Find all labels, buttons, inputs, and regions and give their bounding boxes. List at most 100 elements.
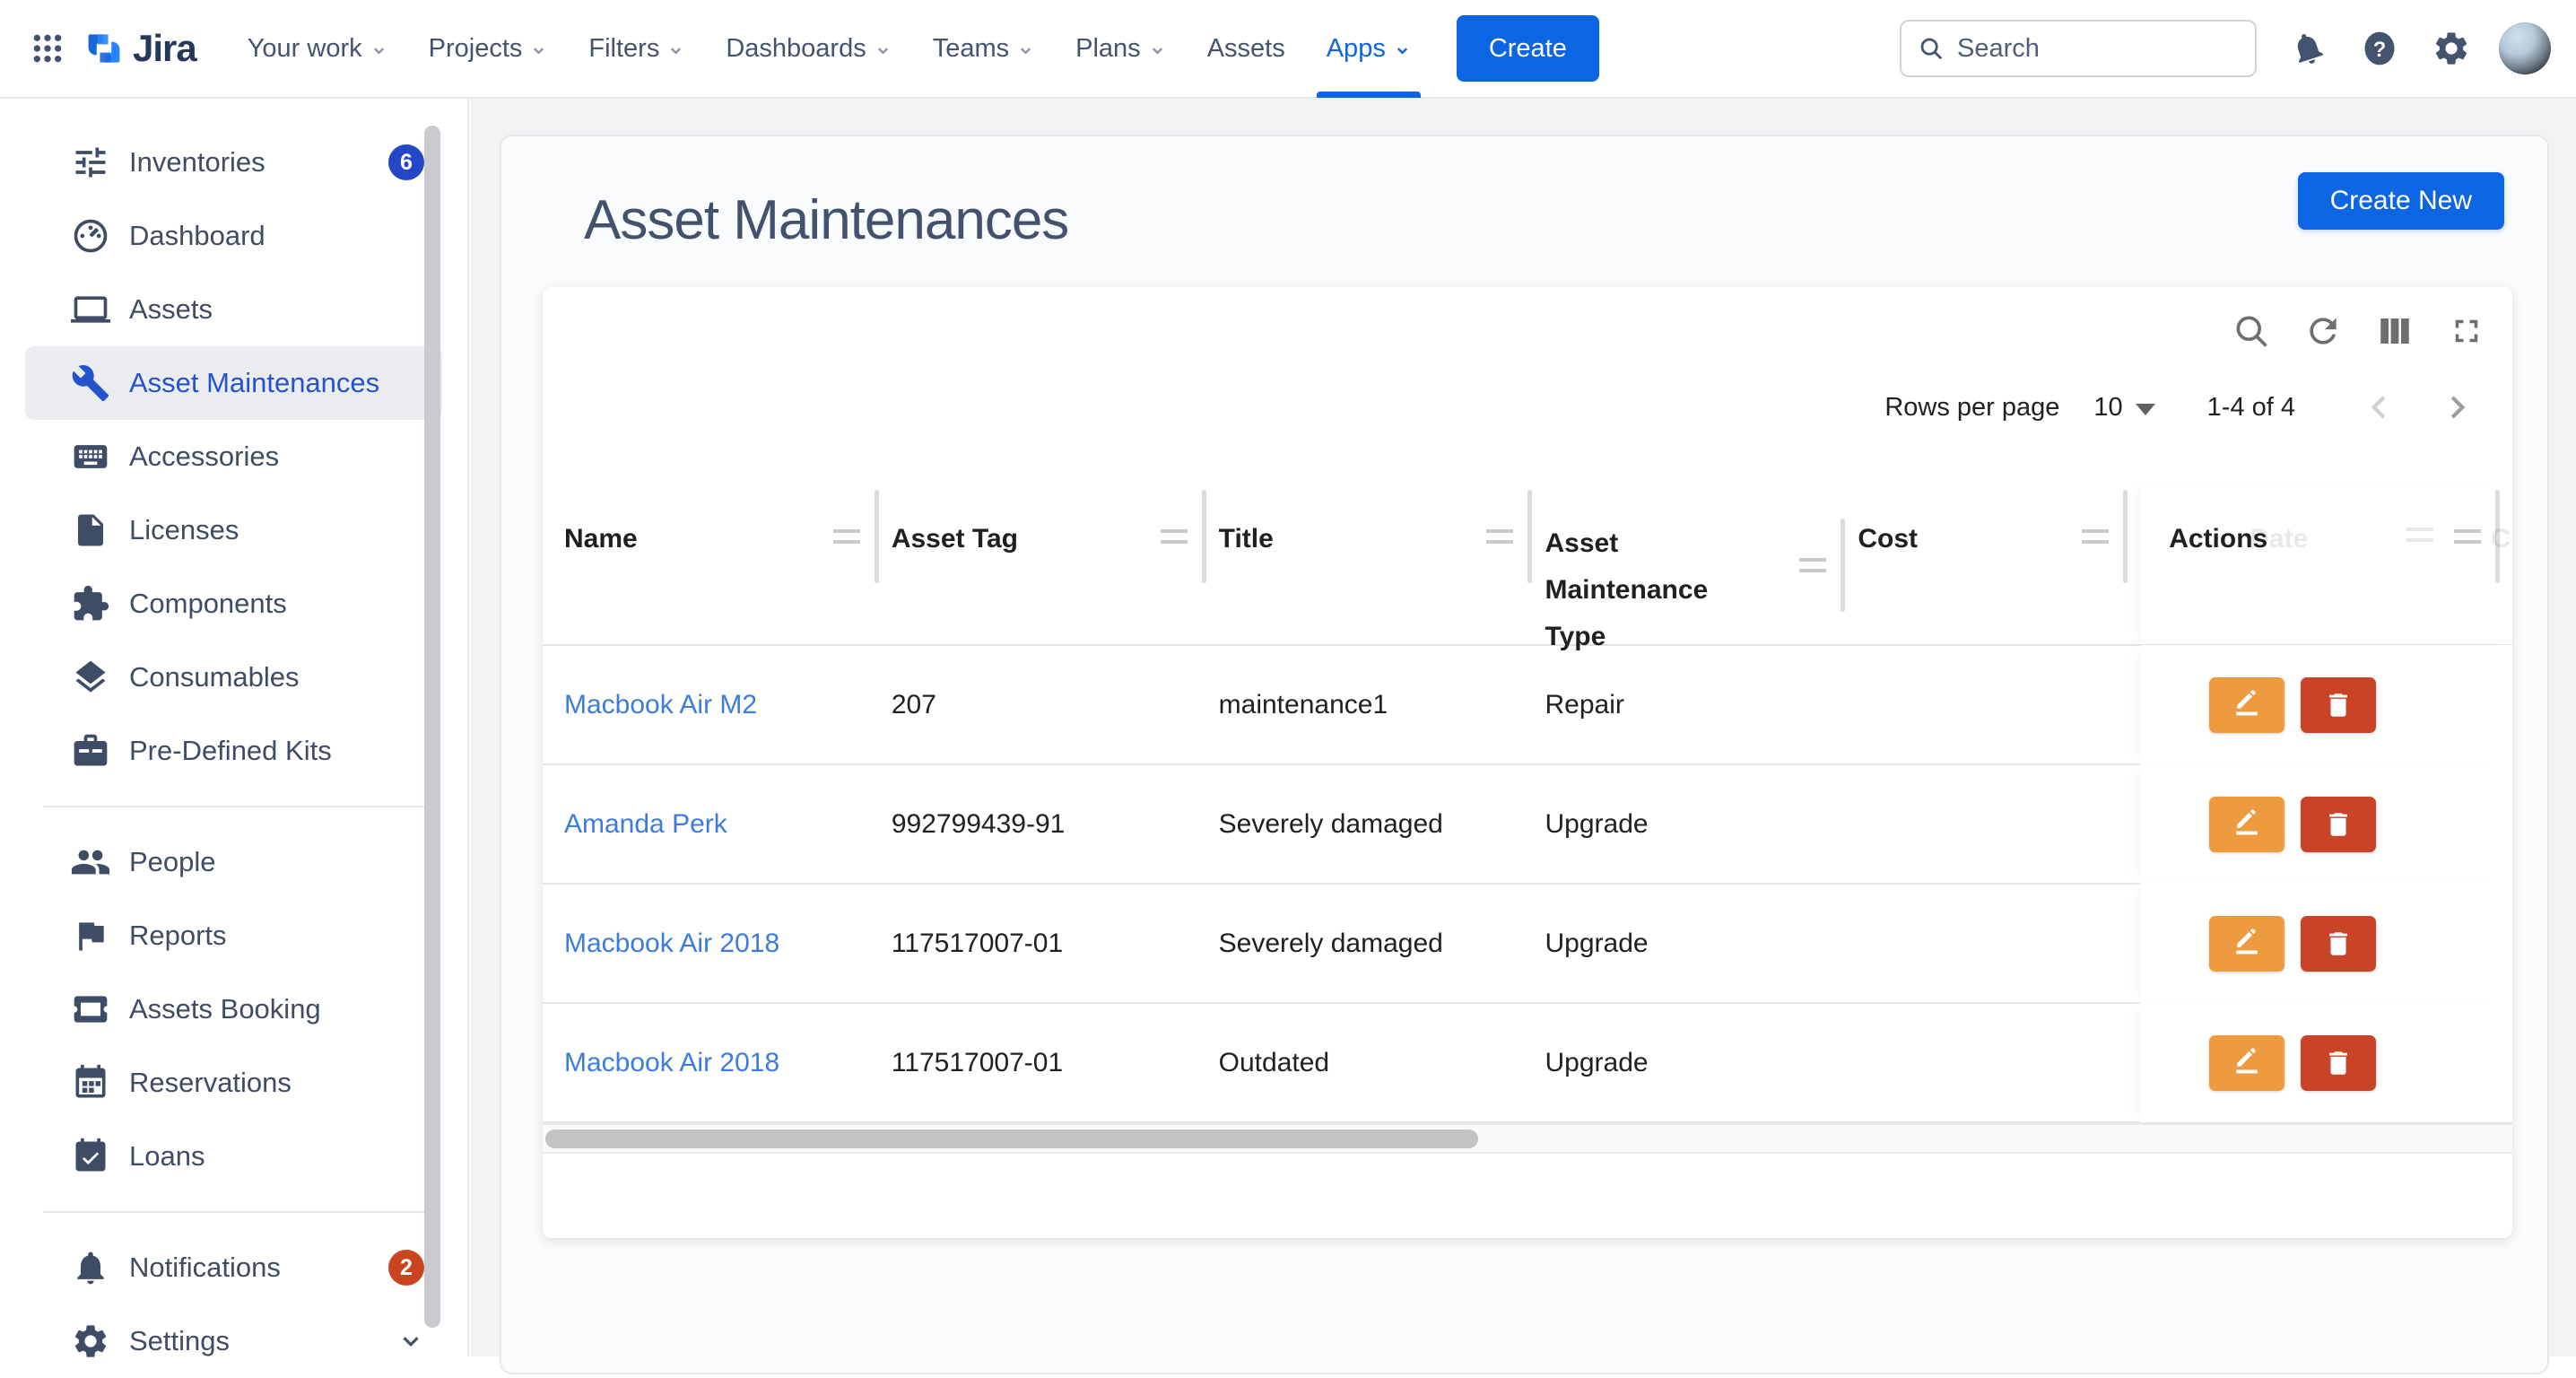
rows-per-page-select[interactable]: 10 — [2093, 393, 2154, 423]
global-search[interactable] — [1900, 20, 2257, 77]
sidebar-item-pre-defined-kits[interactable]: Pre-Defined Kits — [25, 714, 442, 788]
asset-name-link[interactable]: Macbook Air M2 — [564, 690, 892, 720]
sidebar-item-inventories[interactable]: Inventories 6 — [25, 126, 442, 199]
inventories-icon — [70, 142, 111, 183]
pagination-prev-button[interactable] — [2360, 388, 2399, 427]
title-cell: maintenance1 — [1219, 690, 1545, 720]
table-search-icon — [2232, 311, 2271, 351]
nav-item-apps[interactable]: Apps — [1306, 0, 1432, 98]
settings-button[interactable] — [2431, 28, 2472, 69]
nav-item-assets[interactable]: Assets — [1187, 0, 1306, 98]
column-header-cost[interactable]: Cost — [1858, 484, 2140, 644]
ghost-column-date: Date — [2250, 524, 2308, 554]
sidebar-divider — [43, 806, 424, 807]
sidebar-item-notifications[interactable]: Notifications 2 — [25, 1231, 442, 1304]
delete-button[interactable] — [2301, 797, 2376, 852]
sidebar-item-settings[interactable]: Settings — [25, 1304, 442, 1378]
reports-icon — [70, 915, 111, 956]
column-drag-handle-icon[interactable] — [833, 529, 860, 544]
column-header-name[interactable]: Name — [564, 484, 892, 644]
sidebar-item-consumables[interactable]: Consumables — [25, 641, 442, 714]
create-new-button[interactable]: Create New — [2298, 172, 2504, 230]
table-horizontal-scrollbar[interactable] — [543, 1123, 2512, 1154]
app-panel: Asset Maintenances Create New — [500, 135, 2549, 1374]
create-button[interactable]: Create — [1457, 15, 1599, 82]
asset-name-link[interactable]: Macbook Air 2018 — [564, 1048, 892, 1078]
sidebar-item-components[interactable]: Components — [25, 567, 442, 641]
help-icon: ? — [2360, 29, 2399, 68]
edit-button[interactable] — [2209, 677, 2284, 733]
column-drag-handle-icon[interactable] — [1486, 529, 1513, 544]
column-drag-handle-icon[interactable] — [1799, 558, 1826, 572]
column-drag-handle-icon[interactable] — [1161, 529, 1188, 544]
nav-item-dashboards[interactable]: Dashboards — [705, 0, 911, 98]
search-input[interactable] — [1957, 34, 2226, 64]
sidebar-item-label: Notifications — [129, 1252, 281, 1284]
sidebar-item-reports[interactable]: Reports — [25, 899, 442, 972]
asset-name-link[interactable]: Amanda Perk — [564, 809, 892, 840]
table-fullscreen-button[interactable] — [2446, 310, 2487, 352]
table-search-button[interactable] — [2231, 310, 2272, 352]
column-header-asset-tag[interactable]: Asset Tag — [892, 484, 1219, 644]
sidebar-item-label: People — [129, 846, 216, 878]
edit-icon — [2231, 808, 2263, 841]
column-header-actions[interactable]: Actions Date C — [2140, 484, 2512, 644]
sidebar-item-people[interactable]: People — [25, 825, 442, 899]
column-drag-handle-icon[interactable] — [2082, 529, 2109, 544]
delete-button[interactable] — [2301, 1035, 2376, 1091]
nav-item-filters[interactable]: Filters — [568, 0, 705, 98]
sidebar-item-assets-booking[interactable]: Assets Booking — [25, 972, 442, 1046]
column-resize-separator[interactable] — [1202, 490, 1206, 583]
navbar-right: ? — [1900, 20, 2551, 77]
sidebar-item-assets[interactable]: Assets — [25, 273, 442, 346]
nav-item-teams[interactable]: Teams — [912, 0, 1055, 98]
column-header-title[interactable]: Title — [1219, 484, 1545, 644]
nav-item-your-work[interactable]: Your work — [227, 0, 408, 98]
sidebar-item-dashboard[interactable]: Dashboard — [25, 199, 442, 273]
sidebar-item-loans[interactable]: Loans — [25, 1120, 442, 1193]
nav-item-projects[interactable]: Projects — [408, 0, 569, 98]
sidebar-scrollbar[interactable] — [424, 126, 440, 1328]
loans-icon — [70, 1136, 111, 1177]
nav-item-label: Plans — [1075, 34, 1141, 64]
delete-button[interactable] — [2301, 916, 2376, 972]
sidebar-item-label: Assets Booking — [129, 993, 321, 1025]
maintenance-type-cell: Repair — [1545, 690, 1858, 720]
chevron-down-icon — [1394, 42, 1411, 59]
avatar[interactable] — [2499, 22, 2551, 74]
chevron-down-icon — [1149, 42, 1166, 59]
edit-button[interactable] — [2209, 916, 2284, 972]
edit-button[interactable] — [2209, 1035, 2284, 1091]
actions-cell — [2140, 764, 2512, 884]
app-switcher-button[interactable] — [27, 28, 68, 69]
notifications-button[interactable] — [2287, 28, 2328, 69]
table-refresh-button[interactable] — [2302, 310, 2344, 352]
delete-button[interactable] — [2301, 677, 2376, 733]
column-resize-separator[interactable] — [1527, 490, 1532, 583]
assets-booking-icon — [70, 989, 111, 1030]
delete-icon — [2323, 1048, 2354, 1078]
horizontal-scrollbar-thumb[interactable] — [545, 1129, 1478, 1148]
sidebar-item-label: Accessories — [129, 440, 279, 473]
column-resize-separator[interactable] — [1841, 519, 1845, 612]
top-navbar: Jira Your work Projects Filters Dashboar… — [0, 0, 2576, 99]
nav-item-plans[interactable]: Plans — [1055, 0, 1187, 98]
table-view-columns-button[interactable] — [2374, 310, 2415, 352]
asset-tag-cell: 992799439-91 — [892, 809, 1219, 840]
sidebar-item-reservations[interactable]: Reservations — [25, 1046, 442, 1120]
asset-name-link[interactable]: Macbook Air 2018 — [564, 929, 892, 959]
sidebar-item-asset-maintenances[interactable]: Asset Maintenances — [25, 346, 442, 420]
column-resize-separator[interactable] — [2123, 490, 2128, 583]
sidebar-item-label: Settings — [129, 1325, 230, 1357]
edit-button[interactable] — [2209, 797, 2284, 852]
sidebar-item-accessories[interactable]: Accessories — [25, 420, 442, 493]
column-header-asset-maintenance-type[interactable]: Asset Maintenance Type — [1545, 484, 1858, 644]
jira-logo[interactable]: Jira — [84, 27, 196, 70]
sidebar-item-licenses[interactable]: Licenses — [25, 493, 442, 567]
column-drag-handle-icon[interactable] — [2454, 529, 2481, 544]
column-resize-separator[interactable] — [875, 490, 879, 583]
help-button[interactable]: ? — [2359, 28, 2400, 69]
accessories-icon — [70, 436, 111, 477]
nav-item-label: Apps — [1327, 34, 1386, 64]
pagination-next-button[interactable] — [2437, 388, 2476, 427]
